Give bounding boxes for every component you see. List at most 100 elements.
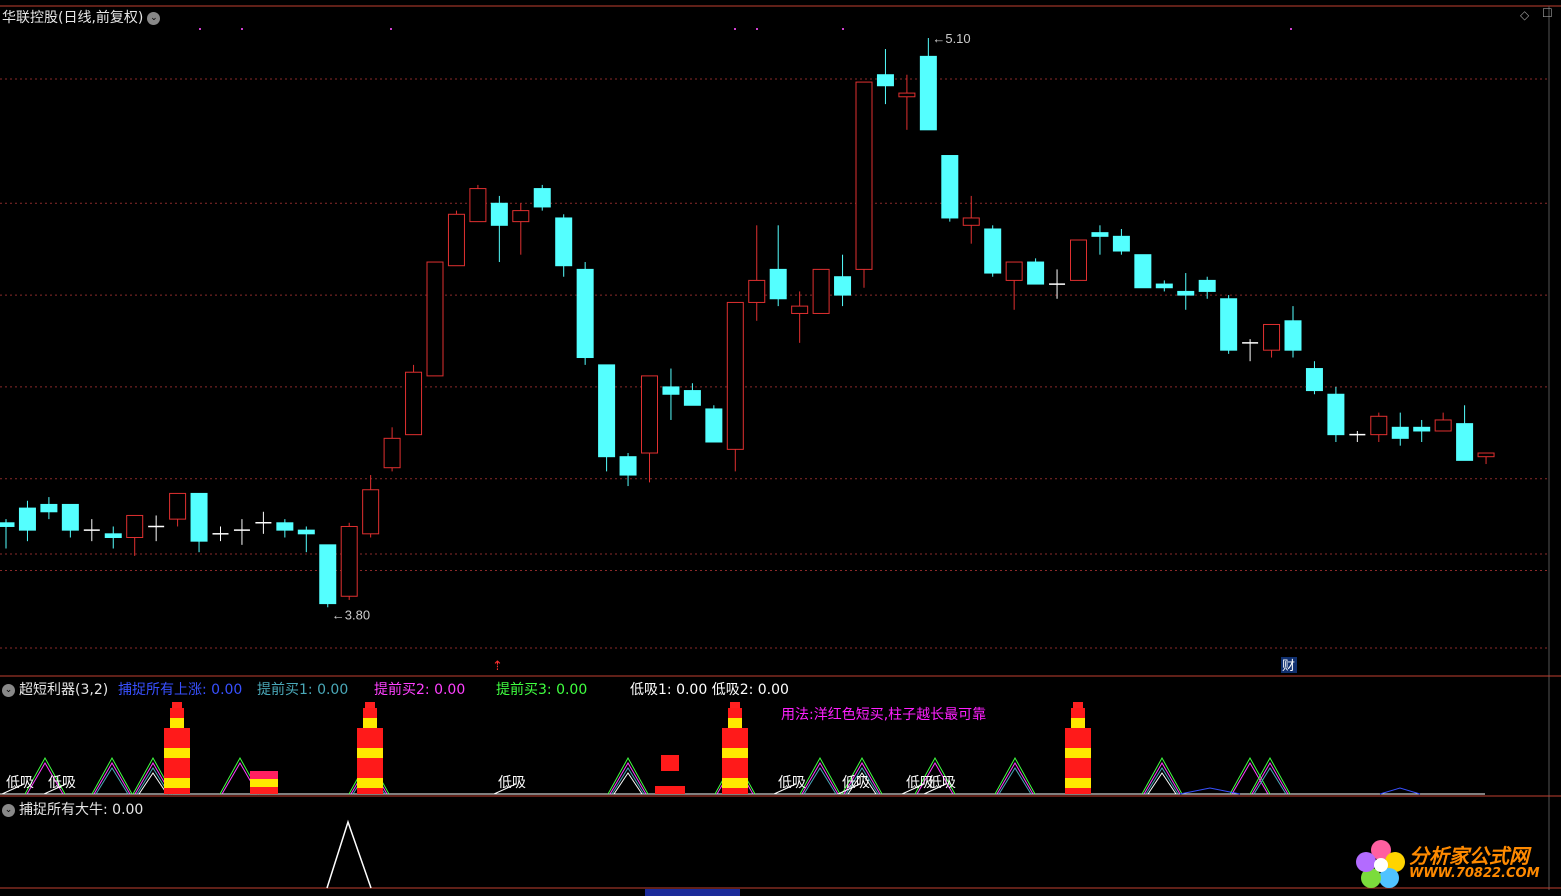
- candle-up: [447, 213, 465, 267]
- tower-cap: [1073, 702, 1083, 708]
- signal-tower-segment: [1071, 718, 1085, 728]
- period-label: (日线,前复权): [58, 10, 144, 26]
- low-buy-label: 低吸: [48, 775, 76, 791]
- candle-down: [319, 544, 337, 605]
- indicator1-buy1-value: 提前买1: 0.00: [257, 682, 349, 698]
- candle-up: [855, 81, 873, 270]
- signal-dot: [199, 28, 201, 30]
- signal-dot: [390, 28, 392, 30]
- candle-down: [40, 503, 58, 513]
- signal-tower-segment: [1071, 708, 1085, 718]
- signal-dot: [734, 28, 736, 30]
- signal-triangle: [998, 767, 1032, 795]
- candle-down: [533, 188, 551, 208]
- signal-tower-segment: [722, 778, 748, 788]
- signal-tower-segment: [722, 788, 748, 794]
- candle-down: [18, 507, 36, 531]
- candle-down: [276, 522, 294, 531]
- candle-down: [598, 364, 616, 458]
- candle-down: [297, 529, 315, 535]
- candle-down: [104, 533, 122, 538]
- signal-tower-segment: [164, 788, 190, 794]
- big-bull-signal: [326, 819, 372, 889]
- red-block: [655, 786, 685, 794]
- low-buy-label: 低吸: [778, 775, 806, 791]
- zhuo-line: [1379, 787, 1421, 795]
- tower-cap: [172, 702, 182, 708]
- low-buy-label: 低吸: [6, 775, 34, 791]
- candle-down: [834, 276, 852, 296]
- stock-chart-canvas[interactable]: ←5.10←3.80⇡ 财低吸 低吸 低吸 低吸 低吸 低吸低吸: [0, 0, 1561, 896]
- signal-tower-segment: [164, 748, 190, 758]
- candle-up: [169, 492, 187, 520]
- indicator1-header: ⌄ 超短利器(3,2): [2, 679, 108, 699]
- candle-up: [791, 305, 809, 314]
- signal-tower-segment: [357, 738, 383, 748]
- candle-down: [1112, 235, 1130, 252]
- chevron-down-icon[interactable]: ⌄: [2, 683, 15, 697]
- short-signal-bar: [250, 771, 278, 779]
- signal-triangle: [803, 767, 837, 795]
- signal-dot: [842, 28, 844, 30]
- candle-down: [1220, 298, 1238, 351]
- low-price-label: ←3.80: [332, 607, 370, 622]
- candle-up: [812, 268, 830, 314]
- signal-tower-segment: [170, 708, 184, 718]
- indicator1-name: 超短利器(3,2): [19, 682, 109, 698]
- signal-tower-segment: [363, 708, 377, 718]
- diamond-icon[interactable]: ◇: [1520, 8, 1529, 22]
- candle-down: [984, 228, 1002, 274]
- indicator2-name: 捕捉所有大牛: [19, 802, 103, 818]
- signal-tower-segment: [1065, 778, 1091, 788]
- candle-up: [126, 514, 144, 538]
- signal-tower-segment: [164, 728, 190, 738]
- candle-down: [619, 456, 637, 476]
- signal-tower-segment: [1065, 758, 1091, 768]
- candle-down: [919, 55, 937, 131]
- candle-up: [383, 437, 401, 469]
- cai-marker: 财: [1282, 659, 1295, 674]
- chevron-down-icon[interactable]: ⌄: [2, 803, 15, 817]
- low-buy-label: 低吸: [842, 775, 870, 791]
- indicator1-zhuo-value: 捕捉所有上涨: 0.00: [118, 682, 243, 698]
- settings-box-icon[interactable]: ☐: [1542, 6, 1553, 20]
- candle-up: [1370, 415, 1388, 436]
- candle-down: [1134, 254, 1152, 289]
- candle-down: [683, 390, 701, 406]
- signal-tower-segment: [722, 728, 748, 738]
- signal-dot: [1290, 28, 1292, 30]
- signal-tower-segment: [722, 768, 748, 778]
- stock-name: 华联控股: [2, 10, 58, 26]
- candle-down: [1391, 426, 1409, 439]
- candle-down: [555, 217, 573, 267]
- signal-tower-segment: [1065, 788, 1091, 794]
- candle-down: [190, 492, 208, 542]
- candle-up: [726, 301, 744, 450]
- signal-tower-segment: [164, 768, 190, 778]
- indicator2-value: : 0.00: [103, 802, 144, 818]
- red-block: [661, 755, 679, 771]
- candle-down: [941, 155, 959, 219]
- watermark-logo: 分析家公式网 WWW.70822.COM: [1353, 836, 1553, 892]
- candle-up: [898, 92, 916, 98]
- signal-tower-segment: [164, 758, 190, 768]
- candle-up: [748, 279, 766, 303]
- candle-down: [1027, 261, 1045, 285]
- short-signal-bar: [250, 779, 278, 787]
- candle-up: [362, 489, 380, 535]
- signal-tower-segment: [357, 728, 383, 738]
- indicator1-buy2-value: 提前买2: 0.00: [374, 682, 466, 698]
- signal-tower-segment: [164, 778, 190, 788]
- signal-dot: [241, 28, 243, 30]
- signal-tower-segment: [357, 778, 383, 788]
- main-header: 华联控股(日线,前复权) ⌄: [2, 7, 161, 27]
- candle-down: [576, 268, 594, 359]
- signal-triangle: [1231, 762, 1269, 795]
- candle-down: [769, 268, 787, 300]
- candle-down: [1327, 393, 1345, 436]
- chevron-down-icon[interactable]: ⌄: [147, 11, 161, 25]
- indicator2-header: ⌄ 捕捉所有大牛: 0.00: [2, 799, 143, 819]
- signal-tower-segment: [728, 708, 742, 718]
- high-price-label: ←5.10: [932, 31, 970, 46]
- signal-tower-segment: [1065, 738, 1091, 748]
